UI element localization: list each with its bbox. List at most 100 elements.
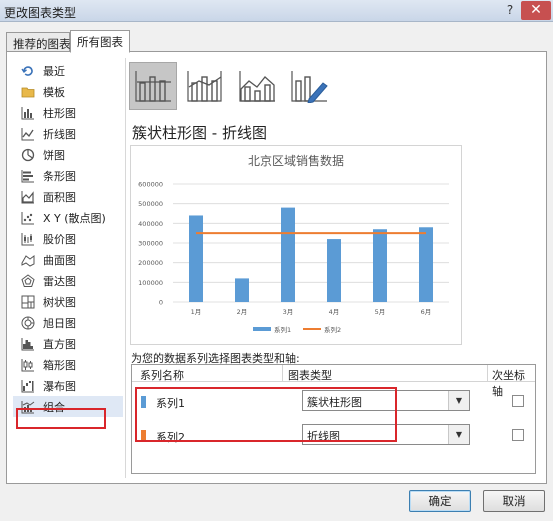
chart-title: 北京区域销售数据: [248, 153, 344, 168]
header-separator: [487, 365, 488, 382]
y-tick-label: 600000: [138, 181, 163, 189]
sidebar-item-radar[interactable]: 雷达图: [13, 270, 123, 291]
sidebar-item-sunburst[interactable]: 旭日图: [13, 312, 123, 333]
legend-swatch-bar: [253, 327, 271, 331]
sidebar-item-scatter[interactable]: X Y (散点图): [13, 207, 123, 228]
recent-icon: [21, 64, 35, 78]
line-chart-icon: [21, 127, 35, 141]
pie-chart-icon: [21, 148, 35, 162]
sidebar-item-treemap[interactable]: 树状图: [13, 291, 123, 312]
column-chart-icon: [21, 106, 35, 120]
x-tick-label: 5月: [375, 308, 386, 316]
histogram-icon: [21, 337, 35, 351]
waterfall-icon: [21, 379, 35, 393]
sidebar-item-line[interactable]: 折线图: [13, 123, 123, 144]
y-tick-label: 100000: [138, 279, 163, 287]
x-tick-label: 4月: [329, 308, 340, 316]
close-button[interactable]: ✕: [521, 1, 551, 20]
selection-highlight-box: [16, 408, 106, 429]
x-tick-label: 3月: [283, 308, 294, 316]
tab-all-charts[interactable]: 所有图表: [70, 30, 130, 53]
sidebar-item-bar[interactable]: 条形图: [13, 165, 123, 186]
title-bar: 更改图表类型 ? ✕: [0, 0, 553, 22]
bar: [235, 278, 249, 302]
x-tick-label: 6月: [421, 308, 432, 316]
sunburst-icon: [21, 316, 35, 330]
sidebar-item-box-whisker[interactable]: 箱形图: [13, 354, 123, 375]
chart-preview: 北京区域销售数据 0 100000 200000 300000 400000 500000 6…: [130, 145, 462, 345]
subtype-clustered-column-line-secondary[interactable]: [181, 62, 229, 110]
series-table-header: 系列名称 图表类型 次坐标轴: [132, 365, 535, 398]
sidebar-item-label: 最近: [43, 64, 65, 78]
sidebar-item-label: 直方图: [43, 337, 76, 351]
sidebar-item-label: 树状图: [43, 295, 76, 309]
header-chart-type: 图表类型: [288, 369, 332, 382]
radar-chart-icon: [21, 273, 35, 288]
x-tick-label: 1月: [191, 308, 202, 316]
box-whisker-icon: [21, 358, 35, 372]
sidebar-item-area[interactable]: 面积图: [13, 186, 123, 207]
sidebar-item-recent[interactable]: 最近: [13, 60, 123, 81]
sidebar-item-label: 条形图: [43, 169, 76, 183]
sidebar-item-label: 旭日图: [43, 316, 76, 330]
subtype-stacked-area-column[interactable]: [233, 62, 281, 110]
sidebar-item-surface[interactable]: 曲面图: [13, 249, 123, 270]
treemap-icon: [21, 295, 35, 309]
subtype-custom-combo[interactable]: [285, 62, 333, 110]
sidebar-item-column[interactable]: 柱形图: [13, 102, 123, 123]
area-column-icon: [239, 71, 275, 102]
sidebar-item-label: 瀑布图: [43, 379, 76, 393]
surface-chart-icon: [21, 253, 35, 267]
ok-button[interactable]: 确定: [409, 490, 471, 512]
y-tick-label: 400000: [138, 220, 163, 228]
legend-label: 系列1: [274, 325, 291, 334]
custom-combo-pencil-icon: [291, 71, 328, 103]
sidebar-item-waterfall[interactable]: 瀑布图: [13, 375, 123, 396]
secondary-axis-checkbox[interactable]: [512, 429, 524, 441]
chart-svg: 北京区域销售数据 0 100000 200000 300000 400000 500000 6…: [138, 153, 449, 334]
y-tick-label: 0: [159, 299, 163, 307]
sidebar-item-label: 雷达图: [43, 274, 76, 288]
y-tick-label: 300000: [138, 240, 163, 248]
series-highlight-box: [135, 387, 397, 442]
sidebar-item-label: 柱形图: [43, 106, 76, 120]
scatter-chart-icon: [21, 211, 35, 225]
bar: [327, 239, 341, 302]
sidebar-item-templates[interactable]: 模板: [13, 81, 123, 102]
subtype-clustered-column-line[interactable]: [129, 62, 177, 110]
dropdown-arrow-icon[interactable]: ▼: [448, 425, 469, 444]
sidebar-item-label: 模板: [43, 85, 65, 99]
sidebar-item-label: 曲面图: [43, 253, 76, 267]
sidebar-item-histogram[interactable]: 直方图: [13, 333, 123, 354]
stock-chart-icon: [21, 232, 35, 246]
cancel-button[interactable]: 取消: [483, 490, 545, 512]
sidebar-item-pie[interactable]: 饼图: [13, 144, 123, 165]
sidebar-item-label: 折线图: [43, 127, 76, 141]
window-title: 更改图表类型: [4, 6, 77, 20]
y-tick-label: 500000: [138, 200, 163, 208]
folder-icon: [21, 85, 35, 99]
bar-chart-icon: [21, 169, 35, 183]
all-charts-panel: 最近 模板 柱形图 折线图 饼图 条形图 面积图 X Y (散点图) 股价图 曲…: [6, 51, 547, 484]
bar: [281, 207, 295, 302]
header-series-name: 系列名称: [140, 369, 184, 382]
chart-category-list: 最近 模板 柱形图 折线图 饼图 条形图 面积图 X Y (散点图) 股价图 曲…: [13, 60, 123, 429]
panel-divider: [125, 58, 126, 478]
legend-label: 系列2: [324, 325, 341, 334]
help-button[interactable]: ?: [501, 2, 519, 19]
bar: [419, 227, 433, 302]
tab-recommended-charts[interactable]: 推荐的图表: [6, 32, 71, 52]
secondary-axis-checkbox[interactable]: [512, 395, 524, 407]
y-tick-label: 200000: [138, 259, 163, 267]
sidebar-item-label: 股价图: [43, 232, 76, 246]
sidebar-item-label: 饼图: [43, 148, 65, 162]
dropdown-arrow-icon[interactable]: ▼: [448, 391, 469, 410]
sidebar-item-label: 箱形图: [43, 358, 76, 372]
bar: [373, 229, 387, 302]
x-tick-label: 2月: [237, 308, 248, 316]
sidebar-item-stock[interactable]: 股价图: [13, 228, 123, 249]
header-separator: [282, 365, 283, 382]
sidebar-item-label: X Y (散点图): [43, 211, 106, 225]
bar: [189, 215, 203, 302]
subtype-title: 簇状柱形图 - 折线图: [132, 124, 267, 142]
